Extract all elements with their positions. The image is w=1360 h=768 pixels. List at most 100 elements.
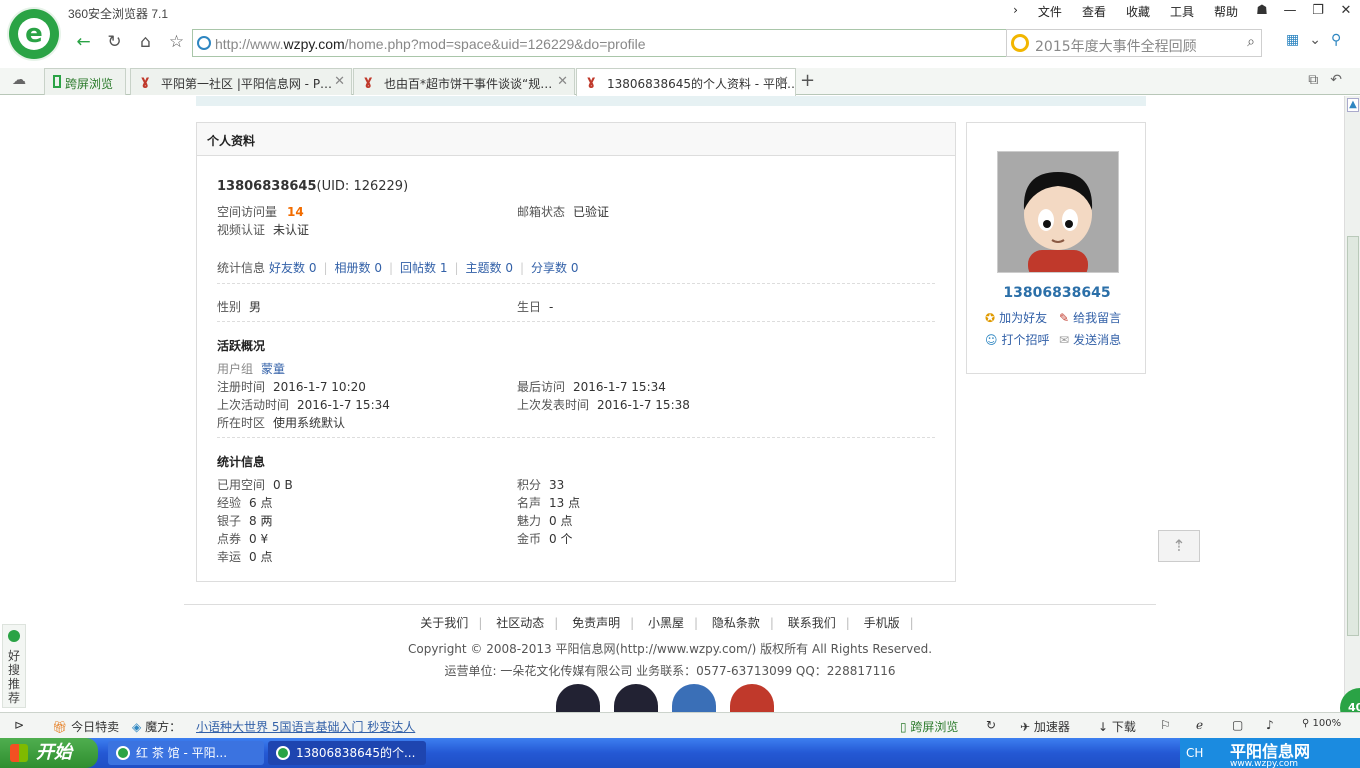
usergroup-link[interactable]: 蒙童 <box>261 362 285 376</box>
tab-profile[interactable]: ɣ 13806838645的个人资料 - 平阳… ✕ <box>576 68 796 96</box>
police-badge-icon[interactable] <box>614 684 658 712</box>
address-bar[interactable]: http://www.wzpy.com/home.php?mod=space&u… <box>192 29 1072 57</box>
back-to-top-button[interactable]: ⇡ <box>1158 530 1200 562</box>
tab-list-icon[interactable]: ⧉ <box>1308 72 1318 88</box>
window-icon[interactable]: ▢ <box>1232 718 1243 732</box>
leave-message-link[interactable]: ✎ 给我留言 <box>1059 309 1121 326</box>
divider <box>217 321 935 322</box>
minimize-button[interactable]: — <box>1276 0 1304 22</box>
send-message-link[interactable]: ✉ 发送消息 <box>1059 331 1121 348</box>
footer-link-blackroom[interactable]: 小黑屋 <box>648 616 684 630</box>
haosou-recommend-panel[interactable]: 好搜推荐 <box>2 624 26 708</box>
footer-badges <box>556 684 774 712</box>
last-active-row: 上次活动时间 2016-1-7 15:34 <box>217 398 390 412</box>
pencil-icon: ✎ <box>1059 311 1070 325</box>
footer-link-privacy[interactable]: 隐私条款 <box>712 616 760 630</box>
taskbar-item-teahouse[interactable]: 红 茶 馆 - 平阳... <box>108 741 264 765</box>
promo-link[interactable]: 小语种大世界 5国语言基础入门 秒变达人 <box>196 718 415 735</box>
search-icon[interactable]: ⌕ <box>1247 34 1255 50</box>
menu-favorites[interactable]: 收藏 <box>1116 3 1160 20</box>
magnifier-icon[interactable]: ⚲ <box>1331 32 1341 48</box>
add-friend-link[interactable]: ✪ 加为好友 <box>985 309 1047 326</box>
scroll-up-icon[interactable]: ▲ <box>1347 98 1359 112</box>
footer-link-disclaimer[interactable]: 免责声明 <box>572 616 620 630</box>
stat-item: 积分 33 <box>517 478 565 492</box>
download-button[interactable]: ↓ 下载 <box>1098 718 1136 735</box>
register-time-row: 注册时间 2016-1-7 10:20 <box>217 380 366 394</box>
home-icon[interactable]: ⌂ <box>130 28 161 56</box>
flag-icon[interactable]: ⚐ <box>1160 718 1171 732</box>
usergroup-row: 用户组 蒙童 <box>217 362 286 376</box>
profile-panel: 个人资料 13806838645(UID: 126229) 空间访问量 14 邮箱… <box>196 122 956 582</box>
accelerator-button[interactable]: ✈ 加速器 <box>1020 718 1070 735</box>
magic-cube-label[interactable]: ◈ 魔方： <box>132 718 181 735</box>
apps-dropdown-icon[interactable]: ⌄ <box>1309 32 1321 48</box>
menu-view[interactable]: 查看 <box>1072 3 1116 20</box>
restore-button[interactable]: ❐ <box>1304 0 1332 22</box>
police-badge-icon[interactable] <box>556 684 600 712</box>
visits-value: 14 <box>287 205 304 219</box>
stat-albums-link[interactable]: 相册数 0 <box>335 261 382 275</box>
today-deals[interactable]: 🎁︎ 今日特卖 <box>52 718 119 735</box>
menu-tools[interactable]: 工具 <box>1160 3 1204 20</box>
footer-link-mobile[interactable]: 手机版 <box>864 616 900 630</box>
avatar[interactable] <box>997 151 1119 273</box>
stat-item: 魅力 0 点 <box>517 514 573 528</box>
profile-username-line: 13806838645(UID: 126229) <box>217 179 408 194</box>
emblem-badge-icon[interactable] <box>730 684 774 712</box>
stat-friends-link[interactable]: 好友数 0 <box>269 261 316 275</box>
volume-icon[interactable]: ♪ <box>1266 718 1274 732</box>
search-input[interactable]: 2015年度大事件全程回顾 <box>1035 36 1197 56</box>
page-scrollbar[interactable]: ▲ <box>1344 96 1360 712</box>
menu-help[interactable]: 帮助 <box>1204 3 1248 20</box>
tab-close-icon[interactable]: ✕ <box>334 74 345 89</box>
site-favicon-icon: ɣ <box>364 74 373 89</box>
new-tab-icon[interactable]: + <box>800 70 815 91</box>
tab-close-icon[interactable]: ✕ <box>778 74 789 89</box>
refresh-icon[interactable]: ↻ <box>99 28 130 56</box>
stat-shares-link[interactable]: 分享数 0 <box>531 261 578 275</box>
ie-status-icon[interactable]: ℯ <box>1196 718 1203 732</box>
start-button[interactable]: 开始 <box>0 738 98 768</box>
tab-split-screen[interactable]: 跨屏浏览 <box>44 68 126 95</box>
undo-close-icon[interactable]: ↶ <box>1330 72 1342 88</box>
operator-text: 运营单位: 一朵花文化传媒有限公司 业务联系：0577-63713099 QQ：… <box>444 664 896 678</box>
skin-icon[interactable]: ☗ <box>1248 0 1276 22</box>
stat-replies-link[interactable]: 回帖数 1 <box>400 261 447 275</box>
footer-link-news[interactable]: 社区动态 <box>496 616 544 630</box>
menu-file[interactable]: 文件 <box>1028 3 1072 20</box>
close-window-button[interactable]: ✕ <box>1332 0 1360 22</box>
last-post-row: 上次发表时间 2016-1-7 15:38 <box>517 398 690 412</box>
footer-link-contact[interactable]: 联系我们 <box>788 616 836 630</box>
stat-item: 经验 6 点 <box>217 496 273 510</box>
address-url[interactable]: http://www.wzpy.com/home.php?mod=space&u… <box>215 36 646 52</box>
sidebar-toggle-icon[interactable]: ⊳ <box>14 718 24 732</box>
wenzhou-badge-icon[interactable] <box>672 684 716 712</box>
footer-link-about[interactable]: 关于我们 <box>420 616 468 630</box>
scroll-thumb[interactable] <box>1347 236 1359 636</box>
windows-flag-icon <box>10 744 28 762</box>
zoom-level[interactable]: ⚲ 100% <box>1302 718 1341 729</box>
globe-icon <box>197 36 211 50</box>
refresh-status-icon[interactable]: ↻ <box>986 718 996 732</box>
sidebar-username[interactable]: 13806838645 <box>967 285 1147 301</box>
split-screen-status[interactable]: ▯ 跨屏浏览 <box>900 718 958 735</box>
tab-close-icon[interactable]: ✕ <box>557 74 568 89</box>
tab-pingyang-community[interactable]: ɣ 平阳第一社区 |平阳信息网 - P… ✕ <box>130 68 352 95</box>
menu-chevron-icon[interactable]: › <box>1003 3 1028 20</box>
tab-biscuit-event[interactable]: ɣ 也由百*超市饼干事件谈谈“规… ✕ <box>353 68 575 95</box>
cloud-icon[interactable]: ☁ <box>12 72 26 88</box>
greet-link[interactable]: ☺ 打个招呼 <box>985 331 1050 348</box>
stat-item: 银子 8 两 <box>217 514 273 528</box>
ime-indicator[interactable]: CH <box>1186 746 1203 760</box>
activity-title: 活跃概况 <box>217 339 266 353</box>
stat-threads-link[interactable]: 主题数 0 <box>466 261 513 275</box>
back-arrow-icon[interactable]: ← <box>68 28 99 56</box>
search-engine-icon[interactable] <box>1011 34 1029 52</box>
search-box[interactable]: 2015年度大事件全程回顾 ⌕ <box>1006 29 1262 57</box>
profile-panel-title: 个人资料 <box>197 123 955 156</box>
taskbar-item-profile[interactable]: 13806838645的个... <box>268 741 426 765</box>
star-icon[interactable]: ☆ <box>161 28 192 56</box>
apps-grid-icon[interactable]: ▦ <box>1286 32 1299 48</box>
browser-task-icon <box>276 746 290 760</box>
